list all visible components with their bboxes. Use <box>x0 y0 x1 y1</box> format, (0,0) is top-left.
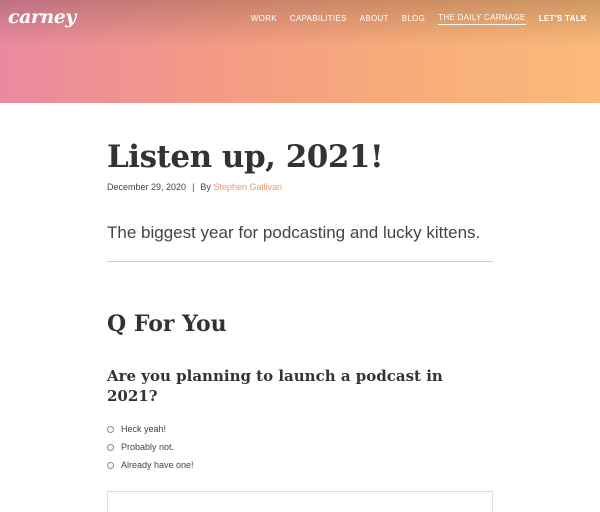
poll-option[interactable]: Probably not. <box>107 438 493 456</box>
article-subtitle: The biggest year for podcasting and luck… <box>107 223 481 242</box>
nav-about[interactable]: ABOUT <box>360 14 389 25</box>
radio-button[interactable] <box>107 461 114 469</box>
meta-separator: | <box>192 182 195 192</box>
nav-capabilities[interactable]: CAPABILITIES <box>290 14 347 25</box>
option-label: Heck yeah! <box>121 424 167 434</box>
article-title: Listen up, 2021! <box>107 139 384 175</box>
article-date: December 29, 2020 <box>107 182 187 192</box>
poll-options: Heck yeah! Probably not. Already have on… <box>107 420 493 474</box>
poll-input-box[interactable] <box>107 491 493 512</box>
article-meta: December 29, 2020 | By Stephen Gallivan <box>107 182 493 192</box>
radio-button[interactable] <box>107 443 114 451</box>
nav-blog[interactable]: BLOG <box>402 14 425 25</box>
option-label: Already have one! <box>121 460 194 470</box>
divider <box>107 261 493 262</box>
author-link[interactable]: Stephen Gallivan <box>213 182 282 192</box>
nav-lets-talk[interactable]: LET'S TALK <box>539 14 587 25</box>
nav-the-daily-carnage[interactable]: THE DAILY CARNAGE <box>438 13 526 25</box>
hero-header: carney WORK CAPABILITIES ABOUT BLOG THE … <box>0 0 600 103</box>
article-content: Listen up, 2021! December 29, 2020 | By St… <box>107 138 493 474</box>
section-title: Q For You <box>107 311 227 337</box>
nav-work[interactable]: WORK <box>251 14 277 25</box>
main-nav: WORK CAPABILITIES ABOUT BLOG THE DAILY C… <box>251 13 587 25</box>
poll-option[interactable]: Already have one! <box>107 456 493 474</box>
poll-option[interactable]: Heck yeah! <box>107 420 493 438</box>
carney-logo[interactable]: carney <box>8 6 76 28</box>
option-label: Probably not. <box>121 442 175 452</box>
radio-button[interactable] <box>107 425 114 433</box>
by-label: By <box>200 182 211 192</box>
poll-question: Are you planning to launch a podcast in … <box>107 367 443 405</box>
